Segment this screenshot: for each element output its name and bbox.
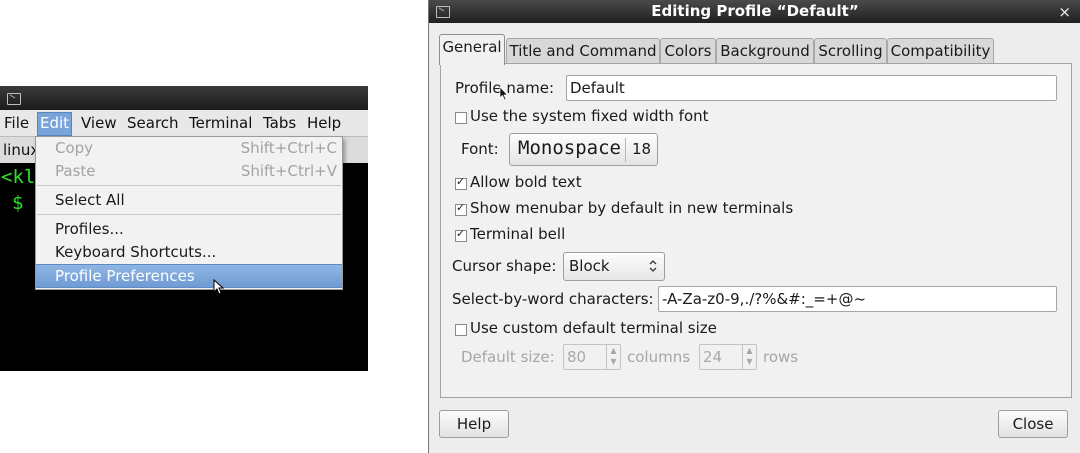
menu-item-paste[interactable]: Paste Shift+Ctrl+V xyxy=(36,160,342,182)
menu-item-select-all-label: Select All xyxy=(55,191,125,209)
menu-help[interactable]: Help xyxy=(307,114,341,132)
menu-item-copy-shortcut: Shift+Ctrl+C xyxy=(240,139,337,157)
tab-title-and-command[interactable]: Title and Command xyxy=(506,38,660,64)
menu-item-paste-shortcut: Shift+Ctrl+V xyxy=(240,162,337,180)
custom-size-label: Use custom default terminal size xyxy=(470,319,717,337)
font-chooser-button[interactable]: Monospace 18 xyxy=(509,133,658,166)
select-by-word-label: Select-by-word characters: xyxy=(452,290,654,308)
tab-background[interactable]: Background xyxy=(716,38,814,64)
menu-separator xyxy=(37,214,341,215)
dialog-titlebar: Editing Profile “Default” × xyxy=(429,0,1080,23)
edit-menu-dropdown: Copy Shift+Ctrl+C Paste Shift+Ctrl+V Sel… xyxy=(35,136,343,290)
menu-separator xyxy=(37,185,341,186)
system-font-checkbox[interactable] xyxy=(455,112,467,124)
terminal-prompt-line: <kl xyxy=(1,166,36,188)
menu-tabs[interactable]: Tabs xyxy=(263,114,296,132)
show-menubar-checkbox[interactable] xyxy=(455,201,467,216)
font-button-divider xyxy=(625,138,626,162)
menu-edit[interactable]: Edit xyxy=(37,112,73,136)
columns-label: columns xyxy=(627,348,691,366)
default-size-label: Default size: xyxy=(461,348,555,366)
terminal-titlebar xyxy=(0,86,368,110)
font-name: Monospace xyxy=(518,137,621,159)
terminal-bell-checkbox[interactable] xyxy=(455,227,467,242)
updown-arrow-icon xyxy=(649,260,657,272)
menu-item-profile-preferences[interactable]: Profile Preferences xyxy=(36,264,342,288)
menu-terminal[interactable]: Terminal xyxy=(189,114,252,132)
rows-label: rows xyxy=(763,348,799,366)
menu-view[interactable]: View xyxy=(81,114,117,132)
menu-item-paste-label: Paste xyxy=(55,162,96,180)
terminal-tab-label: linux xyxy=(3,141,40,159)
menu-item-copy-label: Copy xyxy=(55,139,94,157)
menu-item-profile-preferences-label: Profile Preferences xyxy=(55,267,195,285)
profile-name-value: Default xyxy=(570,79,625,97)
spinner-arrows-icon[interactable]: ▲ ▼ xyxy=(606,345,620,369)
rows-value: 24 xyxy=(703,348,723,366)
menu-item-keyboard-shortcuts-label: Keyboard Shortcuts... xyxy=(55,243,217,261)
help-button-label: Help xyxy=(456,415,492,433)
system-font-label: Use the system fixed width font xyxy=(470,107,709,125)
menu-item-keyboard-shortcuts[interactable]: Keyboard Shortcuts... xyxy=(36,241,342,263)
terminal-prompt-symbol: $ xyxy=(12,192,24,214)
columns-value: 80 xyxy=(567,348,587,366)
close-button[interactable]: Close xyxy=(998,410,1068,438)
menu-item-select-all[interactable]: Select All xyxy=(36,189,342,211)
dialog-title: Editing Profile “Default” xyxy=(651,2,859,20)
columns-spinner[interactable]: 80 ▲ ▼ xyxy=(563,344,621,370)
close-icon[interactable]: × xyxy=(1058,3,1071,21)
terminal-bell-label: Terminal bell xyxy=(470,225,566,243)
rows-spinner[interactable]: 24 ▲ ▼ xyxy=(699,344,757,370)
profile-tabs: General Title and Command Colors Backgro… xyxy=(429,34,1080,65)
allow-bold-checkbox[interactable] xyxy=(455,175,467,190)
custom-size-checkbox[interactable] xyxy=(455,324,467,336)
close-button-label: Close xyxy=(1012,415,1054,433)
font-label: Font: xyxy=(461,140,499,158)
window-menu-icon[interactable] xyxy=(7,93,21,105)
profile-name-input[interactable]: Default xyxy=(566,75,1057,101)
menu-item-profiles[interactable]: Profiles... xyxy=(36,218,342,240)
show-menubar-label: Show menubar by default in new terminals xyxy=(470,199,794,217)
menu-item-profiles-label: Profiles... xyxy=(55,220,124,238)
select-by-word-value: -A-Za-z0-9,./?%&#:_=+@~ xyxy=(662,290,867,308)
mouse-pointer-icon xyxy=(499,86,509,101)
general-tab-panel: Profile name: Default Use the system fix… xyxy=(440,63,1072,398)
font-size: 18 xyxy=(632,140,652,158)
profile-editor-dialog: Editing Profile “Default” × General Titl… xyxy=(428,0,1080,453)
tab-colors[interactable]: Colors xyxy=(660,38,716,64)
menu-item-copy[interactable]: Copy Shift+Ctrl+C xyxy=(36,137,342,159)
tab-scrolling[interactable]: Scrolling xyxy=(814,38,887,64)
menu-search[interactable]: Search xyxy=(127,114,179,132)
tab-compatibility[interactable]: Compatibility xyxy=(887,38,994,64)
cursor-shape-value: Block xyxy=(569,257,610,275)
terminal-menubar: File Edit View Search Terminal Tabs Help xyxy=(0,110,368,137)
spinner-arrows-icon[interactable]: ▲ ▼ xyxy=(742,345,756,369)
mouse-pointer-icon xyxy=(213,279,225,295)
help-button[interactable]: Help xyxy=(439,410,509,438)
select-by-word-input[interactable]: -A-Za-z0-9,./?%&#:_=+@~ xyxy=(658,286,1057,312)
cursor-shape-label: Cursor shape: xyxy=(452,257,557,275)
menu-file[interactable]: File xyxy=(4,114,29,132)
allow-bold-label: Allow bold text xyxy=(470,173,582,191)
tab-general[interactable]: General xyxy=(439,34,505,65)
cursor-shape-select[interactable]: Block xyxy=(563,252,665,281)
